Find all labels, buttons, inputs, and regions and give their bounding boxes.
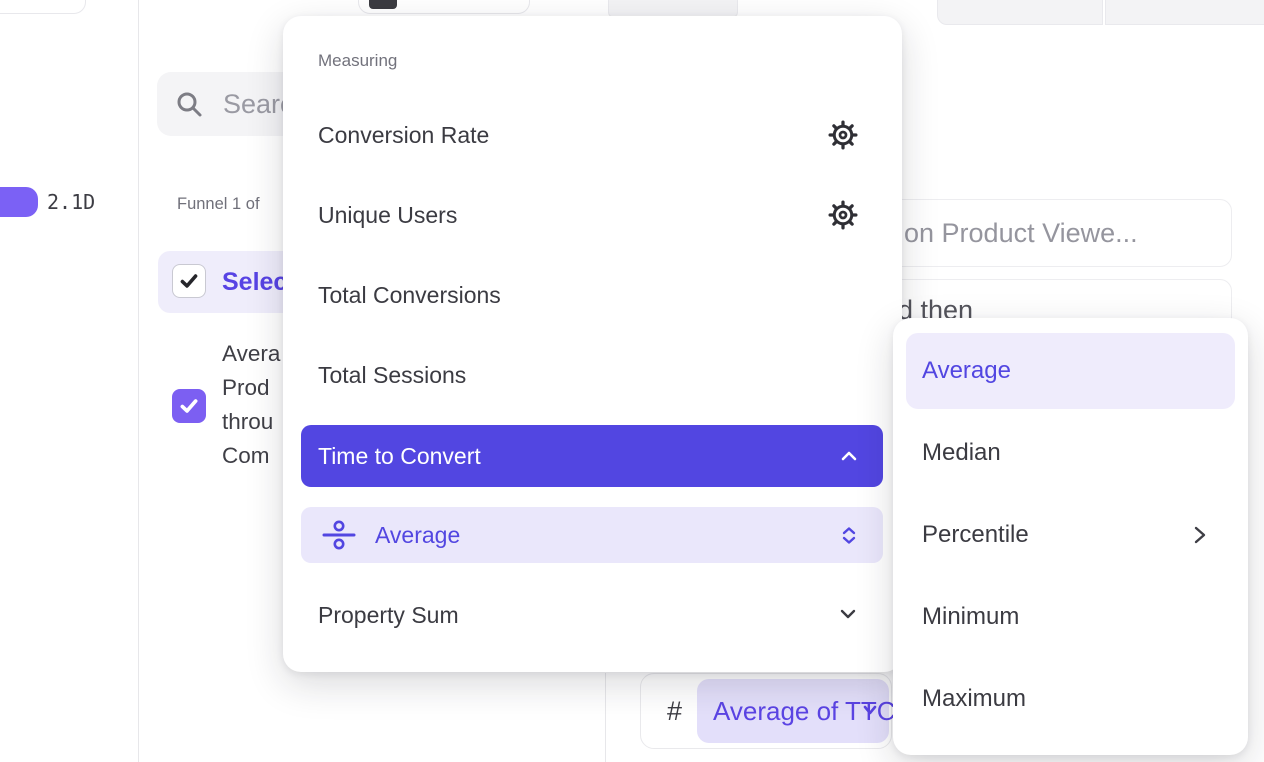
aggregation-selector-row[interactable]: Average [301, 507, 883, 563]
numeric-type-symbol: # [667, 674, 682, 748]
gear-icon[interactable] [828, 200, 858, 230]
step-text-line: Avera [222, 337, 292, 371]
left-pane-divider [138, 0, 139, 762]
aggregation-menu: Average Median Percentile Minimum Maximu… [893, 318, 1248, 755]
chevron-up-icon [839, 449, 859, 463]
search-icon [175, 90, 203, 118]
selected-item-label: Time to Convert [318, 425, 481, 487]
app-screen: Search 2.1D Funnel 1 of Select Avera Pro… [0, 0, 1264, 762]
menu-item-conversion-rate[interactable]: Conversion Rate [283, 95, 902, 175]
measuring-menu-header: Measuring [318, 45, 397, 77]
aggregation-item-percentile[interactable]: Percentile [893, 497, 1248, 573]
divide-icon [321, 520, 357, 550]
aggregation-item-label: Minimum [922, 603, 1019, 630]
bottom-pane-divider [605, 673, 606, 762]
top-left-card-fragment [0, 0, 86, 14]
aggregation-item-label: Median [922, 439, 1001, 466]
aggregation-selector-label: Average [375, 507, 460, 563]
aggregation-item-median[interactable]: Median [893, 415, 1248, 491]
chevron-down-icon [861, 703, 879, 718]
menu-item-label: Property Sum [318, 602, 459, 628]
event-selector-label: on Product Viewe... [904, 200, 1138, 266]
menu-item-total-sessions[interactable]: Total Sessions [283, 335, 902, 415]
aggregation-item-label: Average [922, 333, 1011, 409]
step-text-line: Prod [222, 371, 292, 405]
top-right-tab-fragment-1[interactable] [937, 0, 1103, 25]
sort-icon [841, 526, 857, 545]
aggregation-item-label: Percentile [922, 521, 1029, 548]
menu-item-label: Unique Users [318, 202, 457, 228]
measuring-menu: Measuring Conversion Rate Unique Users [283, 16, 902, 672]
menu-item-total-conversions[interactable]: Total Conversions [283, 255, 902, 335]
step-text-line: throu [222, 405, 292, 439]
aggregation-item-label: Maximum [922, 685, 1026, 712]
metric-pill-dropdown[interactable]: Average of TTC [697, 679, 889, 743]
menu-item-label: Total Conversions [318, 282, 501, 308]
checkmark-icon [178, 270, 200, 292]
chevron-down-icon [838, 607, 858, 621]
series-badge: 2.1D [47, 187, 95, 217]
top-toolbar-button[interactable] [358, 0, 530, 14]
step-text-line: Com [222, 439, 292, 473]
menu-item-label: Conversion Rate [318, 122, 489, 148]
menu-item-label: Total Sessions [318, 362, 466, 388]
event-selector-card[interactable]: on Product Viewe... [876, 199, 1232, 267]
step-checkbox[interactable] [172, 389, 206, 423]
chevron-right-icon [1192, 524, 1208, 546]
aggregation-item-maximum[interactable]: Maximum [893, 661, 1248, 737]
checkmark-icon [178, 395, 200, 417]
menu-item-time-to-convert-selected[interactable]: Time to Convert [301, 425, 883, 487]
funnel-series-bar [0, 187, 38, 217]
menu-item-unique-users[interactable]: Unique Users [283, 175, 902, 255]
menu-item-property-sum[interactable]: Property Sum [283, 583, 902, 647]
aggregation-item-average-selected[interactable]: Average [906, 333, 1235, 409]
funnel-count-label: Funnel 1 of [177, 192, 260, 216]
metric-card: # Average of TTC [640, 673, 892, 749]
gear-icon[interactable] [828, 120, 858, 150]
select-all-checkbox[interactable] [172, 264, 206, 298]
aggregation-item-minimum[interactable]: Minimum [893, 579, 1248, 655]
top-right-tab-fragment-2[interactable] [1105, 0, 1264, 25]
step-description: Avera Prod throu Com [222, 337, 292, 473]
toolbar-button-icon [369, 0, 397, 9]
